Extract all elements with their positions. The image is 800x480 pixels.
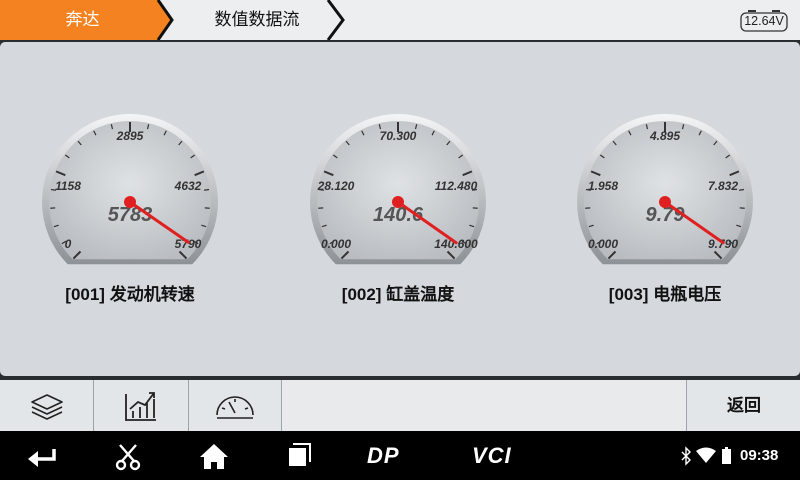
system-nav-bar: DP VCI 09:38 — [0, 431, 800, 480]
gauge-title: [001] 发动机转速 — [65, 285, 195, 304]
speedometer-icon — [216, 396, 254, 419]
status-icons — [681, 446, 731, 466]
status-clock: 09:38 — [740, 447, 779, 464]
layers-button[interactable] — [0, 380, 94, 431]
battery-status-icon — [722, 447, 731, 464]
gauge-dial: 0.00028.12070.300112.480140.600140.6 — [310, 114, 486, 265]
gauge-view-button[interactable] — [189, 380, 282, 431]
gauge-tick-label: 5790 — [175, 237, 202, 251]
home-icon[interactable] — [196, 431, 232, 480]
recent-apps-icon[interactable] — [283, 431, 315, 480]
graph-button[interactable] — [94, 380, 189, 431]
back-arrow-icon[interactable] — [22, 431, 62, 480]
bar-chart-icon — [125, 392, 156, 421]
gauge-tick-label: 7.832 — [708, 179, 738, 193]
bottom-toolbar: 返回 — [0, 380, 800, 431]
gauge-panel: 0 1158 2895 4632 5790 5783 [001] 发动机转速 0.000 2… — [0, 42, 800, 376]
tab-data-stream-label: 数值数据流 — [214, 10, 300, 29]
back-button[interactable]: 返回 — [686, 380, 800, 431]
gauge-needle-hub — [124, 196, 136, 208]
bluetooth-icon — [681, 446, 691, 466]
layers-icon — [31, 394, 63, 420]
gauge-tick-label: 0.000 — [588, 237, 618, 251]
gauge-dial: 011582895463257905783 — [42, 114, 218, 265]
gauge-title: [003] 电瓶电压 — [608, 285, 722, 304]
gauge-needle-hub — [659, 196, 671, 208]
gauge-tick-label: 70.300 — [380, 129, 417, 143]
scissors-icon[interactable] — [110, 431, 146, 480]
dp-button[interactable]: DP — [367, 431, 400, 480]
gauge-tick-label: 2895 — [116, 129, 144, 143]
gauge-tick-label: 0.000 — [321, 237, 351, 251]
gauge-engine-rpm: 0 1158 2895 4632 5790 5783 [001] 发动机转速 — [30, 112, 230, 304]
vci-button[interactable]: VCI — [472, 431, 512, 480]
gauge-tick — [203, 188, 210, 191]
gauge-tick-label: 4632 — [174, 179, 202, 193]
gauge-dial: 0.0001.9584.8957.8329.7909.79 — [577, 114, 753, 265]
gauge-needle-hub — [392, 196, 404, 208]
gauge-tick-label: 28.120 — [317, 179, 355, 193]
gauge-tick-label: 0 — [65, 237, 72, 251]
gauge-tick-label: 112.480 — [435, 179, 478, 193]
back-button-label: 返回 — [727, 396, 761, 415]
gauge-tick-label: 1158 — [55, 179, 81, 193]
wifi-icon — [696, 447, 716, 463]
gauge-cylinder-head-temp: 0.00028.12070.300112.480140.600140.6 [00… — [298, 112, 498, 304]
gauge-battery-voltage: 0.0001.9584.8957.8329.7909.79 [003] 电瓶电压 — [565, 112, 765, 304]
gauge-tick-label: 4.895 — [649, 129, 680, 143]
gauge-tick-label: 1.958 — [588, 179, 618, 193]
battery-voltage: 12.64V — [744, 14, 784, 28]
gauge-tick — [738, 188, 745, 191]
gauge-title: [002] 缸盖温度 — [341, 285, 455, 304]
header-bar: 奔达 数值数据流 12.64V — [0, 0, 800, 40]
